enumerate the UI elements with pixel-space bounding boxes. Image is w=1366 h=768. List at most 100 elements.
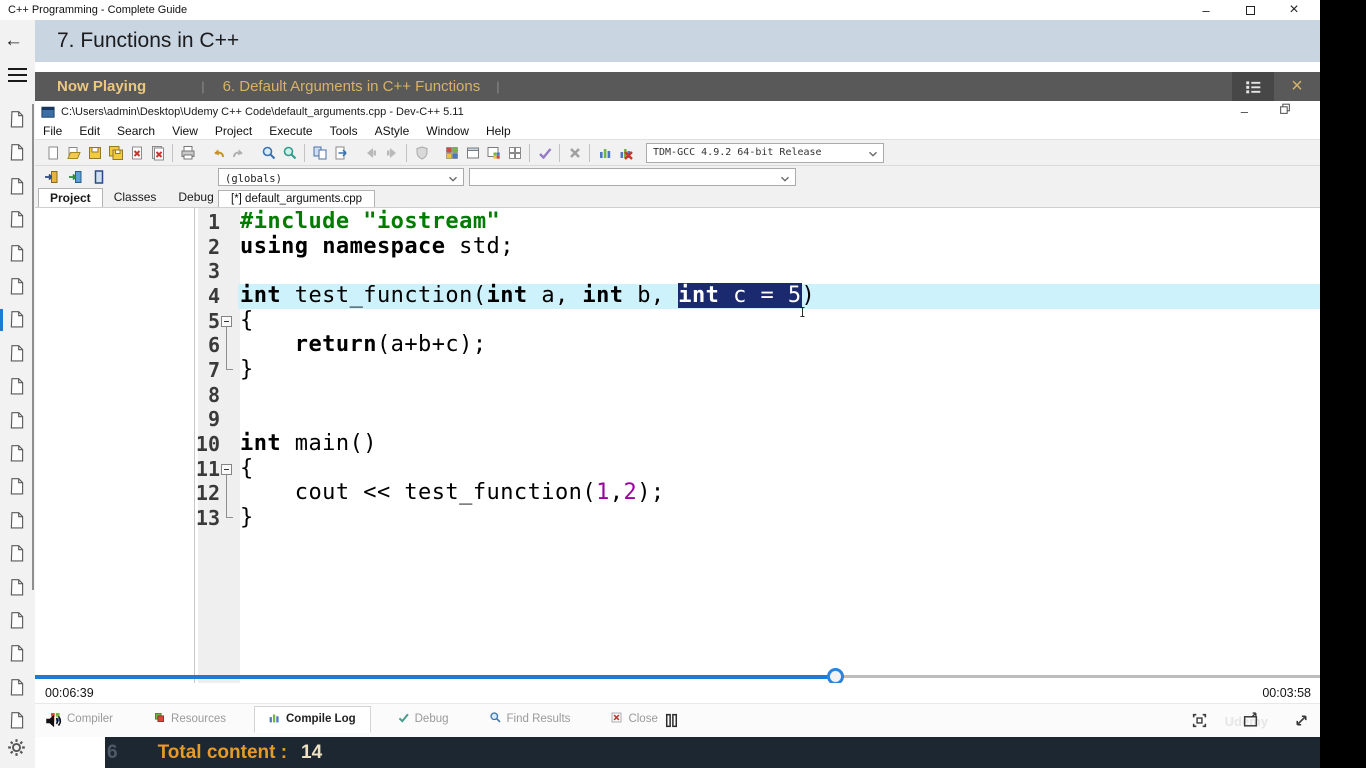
close-tab-icon — [610, 711, 623, 727]
code-line: 9 — [35, 407, 1320, 432]
find-in-files-icon[interactable] — [280, 143, 299, 162]
sidebar-item-document-icon[interactable] — [8, 411, 28, 433]
menu-project[interactable]: Project — [215, 124, 252, 138]
sidebar-item-document-icon[interactable] — [8, 210, 28, 232]
sidebar-item-document-icon[interactable] — [8, 644, 28, 666]
header-gap — [35, 62, 1320, 72]
code-text: #include "iostream" — [240, 210, 500, 235]
line-number: 7 — [163, 358, 220, 383]
debug-check-icon — [397, 711, 410, 727]
globals-select[interactable]: (globals) — [218, 168, 464, 186]
class-browser-icon[interactable] — [90, 168, 107, 185]
menu-execute[interactable]: Execute — [269, 124, 312, 138]
menu-tools[interactable]: Tools — [330, 124, 358, 138]
new-file-icon[interactable] — [43, 143, 62, 162]
stop-execution-icon[interactable] — [565, 143, 584, 162]
fold-toggle-icon[interactable] — [221, 316, 232, 327]
sidebar-item-document-icon[interactable] — [8, 578, 28, 600]
sidebar-item-document-icon[interactable] — [8, 244, 28, 266]
run-icon[interactable] — [463, 143, 482, 162]
fullscreen-icon[interactable] — [1293, 712, 1310, 734]
menu-window[interactable]: Window — [426, 124, 469, 138]
find-icon[interactable] — [259, 143, 278, 162]
close-icon[interactable]: × — [1286, 2, 1302, 18]
abort-icon[interactable] — [412, 143, 431, 162]
profile-icon[interactable] — [595, 143, 614, 162]
save-all-icon[interactable] — [106, 143, 125, 162]
undo-icon[interactable] — [208, 143, 227, 162]
tab-classes[interactable]: Classes — [103, 188, 168, 207]
compile-run-icon[interactable] — [484, 143, 503, 162]
menu-file[interactable]: File — [43, 124, 62, 138]
goto-implementation-icon[interactable] — [66, 168, 83, 185]
menu-astyle[interactable]: AStyle — [375, 124, 410, 138]
close-file-icon[interactable] — [127, 143, 146, 162]
line-number: 11 — [163, 457, 220, 482]
sidebar-item-document-icon[interactable] — [8, 310, 28, 332]
theater-mode-icon[interactable] — [1191, 712, 1208, 734]
menu-edit[interactable]: Edit — [79, 124, 100, 138]
devcpp-toolbar: TDM-GCC 4.9.2 64-bit Release — [35, 139, 1320, 166]
open-file-icon[interactable] — [64, 143, 83, 162]
status-tab-compile-log[interactable]: Compile Log — [254, 706, 371, 733]
sidebar-scrollbar[interactable] — [32, 104, 34, 590]
compile-log-icon — [267, 711, 281, 728]
pause-icon[interactable] — [663, 712, 680, 734]
file-tab[interactable]: [*] default_arguments.cpp — [218, 190, 375, 207]
menu-help[interactable]: Help — [486, 124, 511, 138]
goto-line-icon[interactable] — [331, 143, 350, 162]
sidebar-item-document-icon[interactable] — [8, 511, 28, 533]
print-icon[interactable] — [178, 143, 197, 162]
gear-icon[interactable] — [7, 738, 27, 758]
back-nav-icon[interactable] — [361, 143, 380, 162]
sidebar-item-document-icon[interactable] — [8, 177, 28, 199]
redo-icon[interactable] — [229, 143, 248, 162]
close-player-icon[interactable]: × — [1274, 72, 1320, 101]
tab-project[interactable]: Project — [38, 188, 103, 207]
close-all-icon[interactable] — [148, 143, 167, 162]
delete-profiling-icon[interactable] — [616, 143, 635, 162]
forward-nav-icon[interactable] — [382, 143, 401, 162]
syntax-check-icon[interactable] — [535, 143, 554, 162]
compile-icon[interactable] — [442, 143, 461, 162]
video-scrubber[interactable] — [35, 671, 1320, 683]
chevron-down-icon — [866, 147, 880, 164]
menu-search[interactable]: Search — [117, 124, 155, 138]
sidebar-item-document-icon[interactable] — [8, 444, 28, 466]
status-tab-find-results[interactable]: Find Results — [477, 707, 585, 731]
fold-guide-line — [226, 475, 233, 518]
minimize-icon[interactable]: – — [1198, 2, 1214, 18]
sidebar-item-document-icon[interactable] — [8, 711, 28, 733]
tab-debug[interactable]: Debug — [167, 188, 224, 207]
maximize-icon[interactable] — [1242, 2, 1258, 18]
save-icon[interactable] — [85, 143, 104, 162]
sidebar-item-document-icon[interactable] — [8, 377, 28, 399]
replace-icon[interactable] — [310, 143, 329, 162]
sidebar-item-document-icon[interactable] — [8, 544, 28, 566]
devcpp-restore-icon[interactable] — [1278, 102, 1292, 121]
picture-in-picture-icon[interactable] — [1242, 712, 1259, 734]
sidebar-item-document-icon[interactable] — [8, 277, 28, 299]
volume-icon[interactable] — [44, 712, 62, 735]
menu-view[interactable]: View — [172, 124, 198, 138]
menu-icon[interactable] — [8, 68, 27, 86]
fold-toggle-icon[interactable] — [221, 464, 232, 475]
sidebar-item-document-icon[interactable] — [8, 143, 28, 165]
status-tab-debug[interactable]: Debug — [385, 707, 463, 731]
members-select[interactable] — [469, 168, 796, 186]
compiler-profile-select[interactable]: TDM-GCC 4.9.2 64-bit Release — [646, 143, 884, 163]
sidebar-item-document-icon[interactable] — [8, 611, 28, 633]
rebuild-all-icon[interactable] — [505, 143, 524, 162]
sidebar-item-document-icon[interactable] — [8, 110, 28, 132]
goto-declaration-icon[interactable] — [42, 168, 59, 185]
sidebar-item-document-icon[interactable] — [8, 344, 28, 366]
playlist-icon[interactable] — [1232, 72, 1274, 101]
lecture-title[interactable]: 6. Default Arguments in C++ Functions — [223, 78, 481, 95]
status-tab-close[interactable]: Close — [598, 707, 671, 731]
sidebar-item-document-icon[interactable] — [8, 678, 28, 700]
back-icon[interactable]: ← — [4, 30, 23, 52]
sidebar-item-document-icon[interactable] — [8, 477, 28, 499]
devcpp-minimize-icon[interactable]: – — [1241, 104, 1248, 119]
status-tab-resources[interactable]: Resources — [141, 707, 240, 731]
devcpp-window-title: C:\Users\admin\Desktop\Udemy C++ Code\de… — [61, 106, 464, 118]
